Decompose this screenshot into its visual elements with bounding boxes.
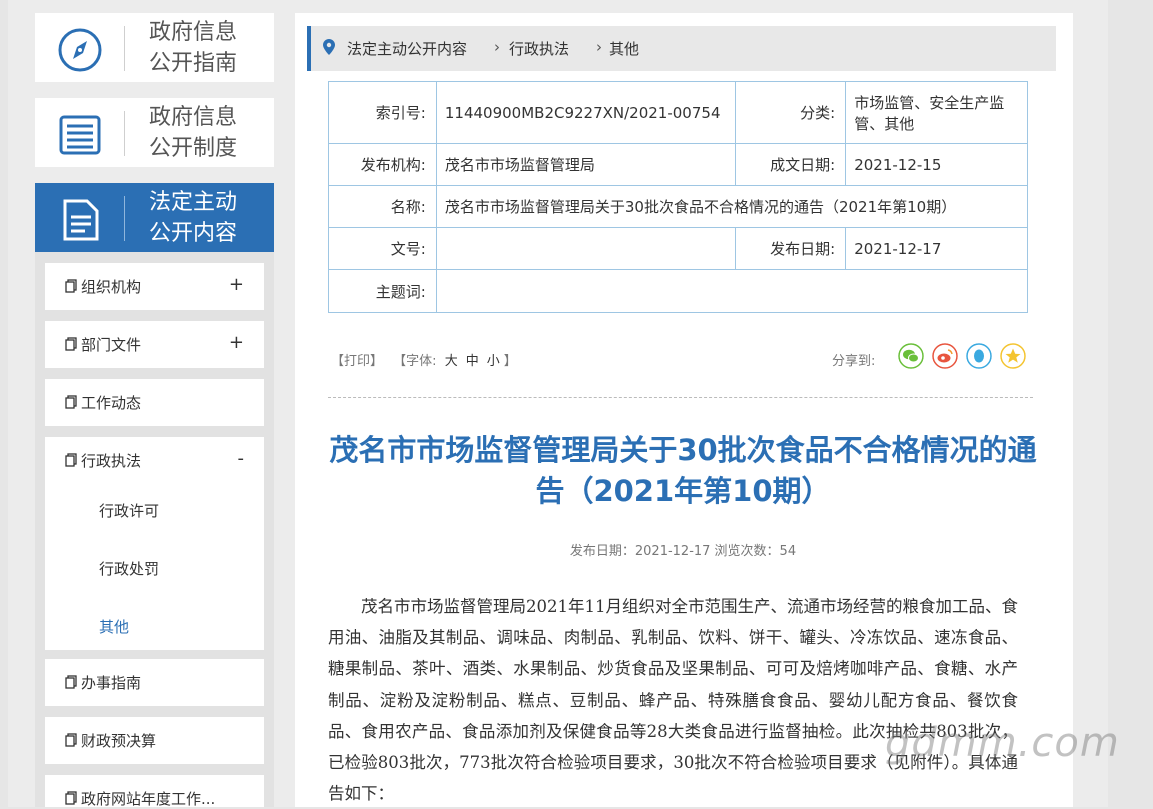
share-label: 分享到:	[832, 354, 876, 369]
main-content: 法定主动公开内容 › 行政执法 › 其他 索引号: 11440900MB2C92…	[295, 13, 1073, 807]
date-label: 成文日期:	[735, 143, 847, 186]
collapse-icon[interactable]: -	[238, 448, 245, 469]
sidebar-item-budget[interactable]: 财政预决算	[45, 717, 264, 764]
sidebar-item-admin-enforcement-header[interactable]: 行政执法 -	[45, 437, 264, 484]
sidebar-item-dept-files[interactable]: 部门文件 +	[45, 321, 264, 368]
copy-icon	[65, 395, 77, 409]
copy-icon	[65, 791, 77, 805]
font-size-suffix: 】	[503, 354, 517, 369]
site-watermark: gdmm.com	[885, 720, 1120, 766]
copy-icon	[65, 337, 77, 351]
font-size-label: 【字体:	[393, 354, 437, 369]
card-divider	[124, 26, 125, 71]
breadcrumb-statutory[interactable]: 法定主动公开内容	[347, 38, 467, 59]
sidebar-item-annual-report[interactable]: 政府网站年度工作...	[45, 775, 264, 807]
sidebar-item-service-guide[interactable]: 办事指南	[45, 659, 264, 706]
list-icon	[59, 115, 101, 155]
sidebar-nav: 组织机构 + 部门文件 + 工作动态 行政执法 - 行政许可 行政处罚 其他 办…	[35, 252, 274, 807]
font-big-link[interactable]: 大	[445, 354, 458, 369]
qzone-star-icon[interactable]	[1000, 343, 1026, 369]
print-link[interactable]: 【打印】	[331, 354, 383, 369]
qq-icon[interactable]	[966, 343, 992, 369]
org-label: 发布机构:	[328, 143, 437, 186]
copy-icon	[65, 279, 77, 293]
sidebar-item-label: 组织机构	[81, 278, 142, 296]
chevron-right-icon: ›	[494, 38, 500, 56]
document-icon	[63, 199, 99, 241]
docno-value	[435, 227, 737, 270]
keywords-value	[435, 269, 1029, 313]
sidebar-item-label: 工作动态	[81, 394, 142, 412]
card-statutory-disclosure[interactable]: 法定主动 公开内容	[35, 183, 274, 252]
date-value: 2021-12-15	[845, 143, 1028, 186]
article-info: 发布日期：2021-12-17 浏览次数：54	[569, 544, 797, 559]
category-label: 分类:	[735, 81, 847, 144]
category-value: 市场监管、安全生产监管、其他	[845, 81, 1028, 144]
pubdate-value: 2021-12-17	[845, 227, 1028, 270]
wechat-icon[interactable]	[898, 343, 924, 369]
sidebar-item-label: 部门文件	[81, 336, 142, 354]
compass-icon	[58, 28, 102, 72]
article-title: 茂名市市场监督管理局关于30批次食品不合格情况的通告（2021年第10期）	[329, 433, 1037, 508]
card-info-guide[interactable]: 政府信息 公开指南	[35, 13, 274, 82]
org-value: 茂名市市场监督管理局	[435, 143, 737, 186]
chevron-right-icon: ›	[596, 38, 602, 56]
copy-icon	[65, 675, 77, 689]
subnav-other[interactable]: 其他	[99, 616, 129, 637]
article-tools: 【打印】 【字体: 大中小】	[331, 350, 517, 369]
name-label: 名称:	[328, 185, 437, 228]
sidebar-item-work-news[interactable]: 工作动态	[45, 379, 264, 426]
index-label: 索引号:	[328, 81, 437, 144]
expand-icon[interactable]: +	[229, 332, 244, 353]
card-divider	[124, 196, 125, 241]
sidebar-item-org[interactable]: 组织机构 +	[45, 263, 264, 310]
subnav-admin-license[interactable]: 行政许可	[99, 500, 159, 521]
meta-table: 索引号: 11440900MB2C9227XN/2021-00754 分类: 市…	[328, 81, 1029, 313]
card-info-system[interactable]: 政府信息 公开制度	[35, 98, 274, 167]
card-divider	[124, 111, 125, 156]
card-title: 法定主动 公开内容	[149, 190, 238, 246]
sidebar-item-label: 财政预决算	[81, 732, 157, 750]
name-value: 茂名市市场监督管理局关于30批次食品不合格情况的通告（2021年第10期）	[435, 185, 1029, 228]
divider	[328, 397, 1033, 398]
breadcrumb: 法定主动公开内容 › 行政执法 › 其他	[307, 26, 1056, 71]
index-value: 11440900MB2C9227XN/2021-00754	[435, 81, 737, 144]
pubdate-label: 发布日期:	[735, 227, 847, 270]
copy-icon	[65, 733, 77, 747]
subnav-admin-penalty[interactable]: 行政处罚	[99, 558, 159, 579]
docno-label: 文号:	[328, 227, 437, 270]
sidebar-item-admin-enforcement: 行政执法 - 行政许可 行政处罚 其他	[45, 437, 264, 650]
sidebar-item-label: 政府网站年度工作...	[81, 790, 216, 807]
expand-icon[interactable]: +	[229, 274, 244, 295]
breadcrumb-admin-enforcement[interactable]: 行政执法	[509, 38, 569, 59]
article-body: 茂名市市场监督管理局2021年11月组织对全市范围生产、流通市场经营的粮食加工品…	[328, 597, 1018, 804]
sidebar-item-label: 行政执法	[81, 452, 142, 470]
card-title: 政府信息 公开指南	[149, 20, 238, 76]
location-pin-icon	[323, 39, 335, 55]
keywords-label: 主题词:	[328, 269, 437, 313]
sidebar-item-label: 办事指南	[81, 674, 142, 692]
copy-icon	[65, 453, 77, 467]
breadcrumb-other[interactable]: 其他	[609, 38, 639, 59]
font-mid-link[interactable]: 中	[466, 354, 479, 369]
font-small-link[interactable]: 小	[487, 354, 500, 369]
weibo-icon[interactable]	[932, 343, 958, 369]
card-title: 政府信息 公开制度	[149, 105, 238, 161]
